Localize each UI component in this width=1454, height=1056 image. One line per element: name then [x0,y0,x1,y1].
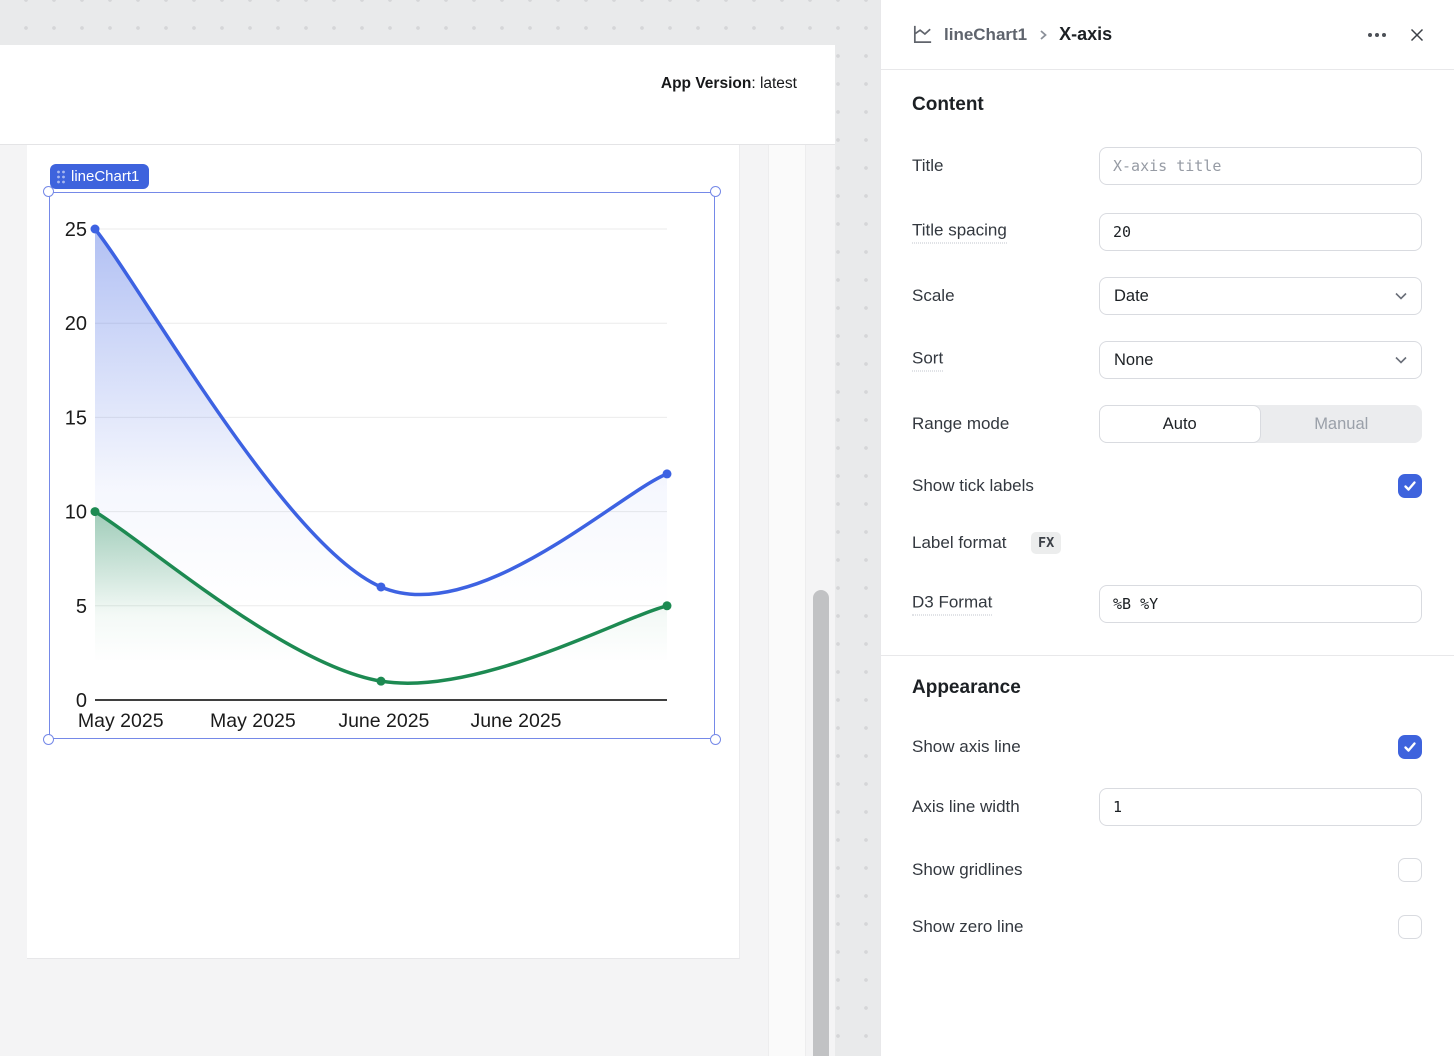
row-show-zero-line: Show zero line [881,914,1454,940]
show-gridlines-label: Show gridlines [912,860,1023,880]
scale-select-value: Date [1114,287,1393,306]
check-icon [1403,740,1417,754]
fx-badge[interactable]: FX [1031,532,1061,554]
scale-label: Scale [912,286,955,306]
chevron-down-icon [1393,288,1409,304]
line-chart-icon [911,23,934,46]
svg-text:10: 10 [65,502,87,524]
d3-format-input[interactable] [1099,585,1422,623]
range-mode-segmented: Auto Manual [1099,405,1422,443]
label-format-label: Label format [912,533,1007,553]
show-tick-labels-checkbox[interactable] [1398,474,1422,498]
chevron-down-icon [1393,352,1409,368]
inspector-header: lineChart1 X-axis [881,0,1454,70]
svg-text:June 2025: June 2025 [338,710,429,732]
show-gridlines-checkbox[interactable] [1398,858,1422,882]
canvas-right-gutter [768,145,806,1056]
check-icon [1403,479,1417,493]
row-d3-format: D3 Format [881,585,1454,623]
section-appearance-title: Appearance [912,677,1021,699]
show-axis-line-checkbox[interactable] [1398,735,1422,759]
widget-name-badge[interactable]: lineChart1 [50,164,149,189]
range-mode-label: Range mode [912,414,1009,434]
range-mode-option-auto[interactable]: Auto [1099,405,1261,443]
scrollbar-thumb[interactable] [813,590,829,1056]
resize-handle-top-right[interactable] [710,186,721,197]
app-version-value: : latest [751,75,797,92]
svg-text:June 2025: June 2025 [470,710,561,732]
widget-name-label: lineChart1 [71,168,139,185]
more-options-button[interactable] [1362,20,1392,50]
row-scale: Scale Date [881,277,1454,315]
scale-select[interactable]: Date [1099,277,1422,315]
row-title: Title [881,147,1454,185]
svg-text:20: 20 [65,313,87,335]
resize-handle-bottom-left[interactable] [43,734,54,745]
row-label-format: Label format FX [881,529,1454,557]
svg-text:25: 25 [65,219,87,241]
app-root: App Version: latest 0 5 10 15 20 25 May 2025 Ma… [0,0,1454,1056]
row-axis-line-width: Axis line width [881,788,1454,826]
row-title-spacing: Title spacing [881,213,1454,251]
close-panel-button[interactable] [1402,20,1432,50]
show-zero-line-label: Show zero line [912,917,1024,937]
ellipsis-icon [1367,32,1387,38]
resize-handle-bottom-right[interactable] [710,734,721,745]
row-sort: Sort None [881,341,1454,379]
svg-text:May 2025: May 2025 [78,710,164,732]
row-show-gridlines: Show gridlines [881,857,1454,883]
chevron-right-icon [1037,29,1049,41]
breadcrumb-page: X-axis [1059,24,1112,45]
app-preview-header: App Version: latest [0,45,835,145]
section-content-title: Content [912,94,984,116]
editor-scrollbar [806,145,835,1056]
inspector-panel: lineChart1 X-axis Content Title [880,0,1454,1056]
axis-line-width-label: Axis line width [912,797,1020,817]
svg-text:0: 0 [76,690,87,712]
sort-select[interactable]: None [1099,341,1422,379]
drag-handle-icon [57,170,65,184]
row-range-mode: Range mode Auto Manual [881,405,1454,443]
title-spacing-input[interactable] [1099,213,1422,251]
section-divider [881,655,1454,656]
svg-text:15: 15 [65,407,87,429]
row-show-axis-line: Show axis line [881,734,1454,760]
axis-line-width-input[interactable] [1099,788,1422,826]
row-show-tick-labels: Show tick labels [881,473,1454,499]
title-label: Title [912,156,944,176]
line-chart[interactable]: 0 5 10 15 20 25 May 2025 May 2025 June 2025 June … [49,192,715,739]
range-mode-option-manual[interactable]: Manual [1261,405,1423,443]
line-chart-widget[interactable]: 0 5 10 15 20 25 May 2025 May 2025 June 2025 June … [49,192,715,739]
show-tick-labels-label: Show tick labels [912,476,1034,496]
svg-text:May 2025: May 2025 [210,710,296,732]
title-spacing-label: Title spacing [912,221,1007,244]
app-version-text: App Version: latest [661,75,797,93]
resize-handle-top-left[interactable] [43,186,54,197]
breadcrumb-component[interactable]: lineChart1 [944,25,1027,45]
title-input[interactable] [1099,147,1422,185]
d3-format-label: D3 Format [912,593,992,616]
close-icon [1409,27,1425,43]
sort-select-value: None [1114,351,1393,370]
show-axis-line-label: Show axis line [912,737,1021,757]
svg-text:5: 5 [76,596,87,618]
app-version-label: App Version [661,75,751,92]
sort-label: Sort [912,349,943,372]
show-zero-line-checkbox[interactable] [1398,915,1422,939]
